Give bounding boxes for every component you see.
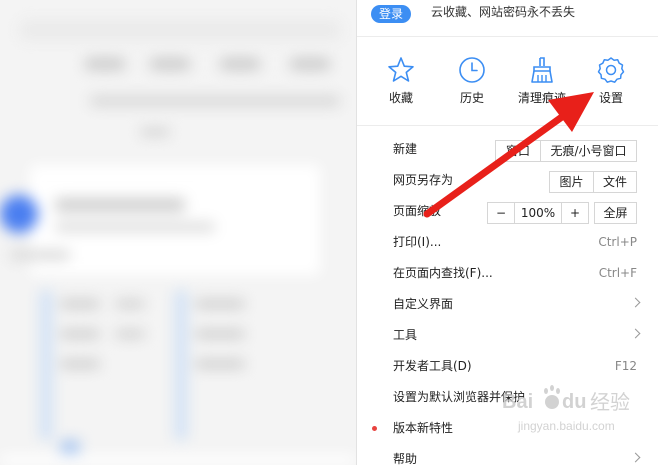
devtools-shortcut: F12	[614, 359, 637, 373]
menu-item-new-label: 新建	[393, 142, 418, 156]
divider	[357, 125, 658, 126]
menu-item-help[interactable]: 帮助	[357, 444, 658, 465]
find-shortcut: Ctrl+F	[598, 266, 637, 280]
save-as-image-button[interactable]: 图片	[549, 171, 594, 193]
new-window-button[interactable]: 窗口	[495, 140, 541, 162]
zoom-in-button[interactable]: +	[561, 202, 589, 224]
zoom-level: 100%	[514, 202, 562, 224]
history-label: 历史	[459, 91, 484, 105]
menu-item-save-as: 网页另存为 图片 文件	[357, 165, 658, 196]
save-as-file-button[interactable]: 文件	[593, 171, 637, 193]
menu-item-default-browser[interactable]: 设置为默认浏览器并保护	[357, 382, 658, 413]
broom-icon	[512, 55, 572, 85]
menu-item-customize[interactable]: 自定义界面	[357, 289, 658, 320]
gear-icon	[581, 55, 641, 85]
menu-item-zoom-label: 页面缩放	[393, 204, 442, 218]
background-blur	[0, 0, 356, 465]
menu-item-print-label: 打印(I)...	[393, 235, 442, 249]
star-icon	[371, 55, 431, 85]
login-tip: 云收藏、网站密码永不丢失	[431, 5, 576, 19]
menu-item-whats-new-label: 版本新特性	[393, 421, 454, 435]
menu-item-print[interactable]: 打印(I)... Ctrl+P	[357, 227, 658, 258]
menu-item-tools-label: 工具	[393, 328, 418, 342]
chevron-right-icon	[630, 452, 641, 463]
zoom-out-button[interactable]: −	[487, 202, 515, 224]
menu-item-find[interactable]: 在页面内查找(F)... Ctrl+F	[357, 258, 658, 289]
settings-button[interactable]: 设置	[581, 55, 641, 105]
clear-traces-label: 清理痕迹	[517, 91, 566, 105]
favorites-label: 收藏	[388, 91, 413, 105]
chevron-right-icon	[630, 328, 641, 339]
menu-item-whats-new[interactable]: 版本新特性	[357, 413, 658, 444]
menu-item-default-browser-label: 设置为默认浏览器并保护	[393, 390, 526, 404]
menu-item-find-label: 在页面内查找(F)...	[393, 266, 493, 280]
menu-item-customize-label: 自定义界面	[393, 297, 454, 311]
new-badge-dot	[372, 426, 377, 431]
login-row: 登录 云收藏、网站密码永不丢失	[357, 0, 658, 28]
settings-label: 设置	[598, 91, 623, 105]
new-incognito-window-button[interactable]: 无痕/小号窗口	[540, 140, 637, 162]
background-page	[0, 0, 356, 465]
favorites-button[interactable]: 收藏	[371, 55, 431, 105]
divider	[357, 36, 658, 37]
menu-item-save-as-label: 网页另存为	[393, 173, 454, 187]
chevron-right-icon	[630, 297, 641, 308]
menu-item-help-label: 帮助	[393, 452, 418, 465]
clear-traces-button[interactable]: 清理痕迹	[512, 55, 572, 105]
menu-item-new: 新建 窗口 无痕/小号窗口	[357, 134, 658, 165]
login-button[interactable]: 登录	[371, 5, 411, 23]
clock-icon	[442, 55, 502, 85]
fullscreen-button[interactable]: 全屏	[594, 202, 637, 224]
menu-item-zoom: 页面缩放 − 100% + 全屏	[357, 196, 658, 227]
history-button[interactable]: 历史	[442, 55, 502, 105]
menu-item-devtools-label: 开发者工具(D)	[393, 359, 472, 373]
browser-menu: 登录 云收藏、网站密码永不丢失 收藏 历史 清理痕迹 设置 新建 窗口 无痕/小…	[356, 0, 658, 465]
menu-item-devtools[interactable]: 开发者工具(D) F12	[357, 351, 658, 382]
print-shortcut: Ctrl+P	[598, 235, 637, 249]
menu-item-tools[interactable]: 工具	[357, 320, 658, 351]
